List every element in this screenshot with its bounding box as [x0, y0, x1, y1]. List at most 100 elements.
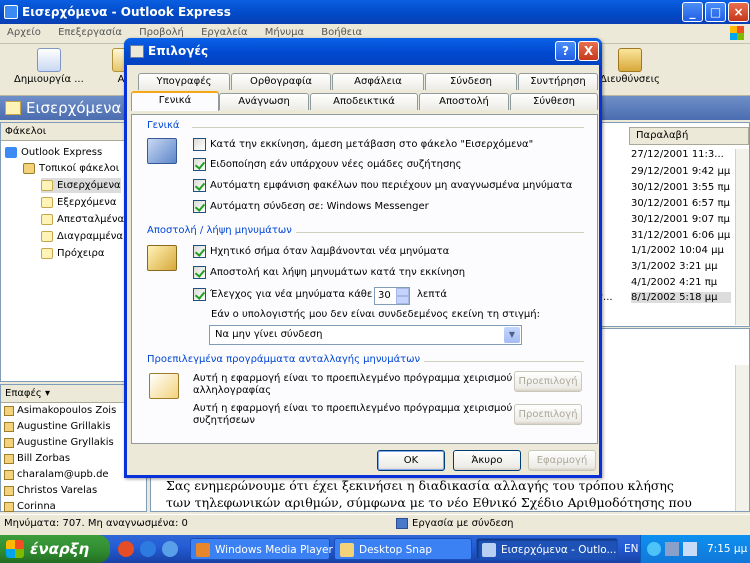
menu-edit[interactable]: Επεξεργασία — [51, 24, 129, 41]
checkbox[interactable] — [193, 245, 206, 258]
folder-outbox[interactable]: Εξερχόμενα — [41, 195, 117, 210]
tab-general[interactable]: Γενικά — [131, 91, 219, 111]
message-date[interactable]: 27/12/2001 11:3... — [631, 149, 724, 160]
checkbox[interactable] — [193, 200, 206, 213]
help-button[interactable]: ? — [555, 41, 576, 61]
checkbox-notify-newsgroups[interactable]: Ειδοποίηση εάν υπάρχουν νέες ομάδες συζή… — [193, 158, 462, 172]
create-mail-button[interactable]: Δημιουργία ... — [14, 48, 84, 85]
outbox-icon — [41, 197, 53, 208]
apply-button[interactable]: Εφαρμογή — [528, 450, 596, 471]
chevron-down-icon[interactable]: ▼ — [504, 327, 520, 343]
contact-card-icon — [4, 486, 14, 496]
tray-volume-icon[interactable] — [665, 542, 679, 556]
checkbox-sound-new-mail[interactable]: Ηχητικό σήμα όταν λαμβάνονται νέα μηνύμα… — [193, 245, 449, 259]
send-receive-icon — [147, 245, 177, 271]
tab-compose[interactable]: Σύνθεση — [510, 93, 598, 110]
message-count: Μηνύματα: 707. Μη αναγνωσμένα: 0 — [4, 518, 188, 529]
preview-body: Σας ενημερώνουμε ότι έχει ξεκινήσει η δι… — [166, 478, 692, 510]
divider — [282, 232, 584, 233]
received-column-header[interactable]: Παραλαβή — [629, 127, 749, 145]
checkbox-check-new-mail[interactable]: Έλεγχος για νέα μηνύματα κάθε — [193, 288, 372, 302]
tab-maintenance[interactable]: Συντήρηση — [518, 73, 598, 90]
maximize-button[interactable]: □ — [705, 2, 726, 22]
tab-read[interactable]: Ανάγνωση — [219, 93, 309, 110]
tab-spelling[interactable]: Ορθογραφία — [231, 73, 331, 90]
tab-security[interactable]: Ασφάλεια — [332, 73, 424, 90]
media-quicklaunch-icon[interactable] — [118, 541, 134, 557]
tab-send[interactable]: Αποστολή — [419, 93, 509, 110]
checkbox-auto-messenger[interactable]: Αυτόματη σύνδεση σε: Windows Messenger — [193, 200, 429, 214]
contact-card-icon — [4, 438, 14, 448]
folder-deleted[interactable]: Διαγραμμένα — [41, 229, 123, 244]
window-title: Εισερχόμενα - Outlook Express — [22, 5, 231, 19]
tab-receipts[interactable]: Αποδεικτικά — [310, 93, 418, 110]
checkbox[interactable] — [193, 266, 206, 279]
status-bar: Μηνύματα: 707. Μη αναγνωσμένα: 0 Εργασία… — [0, 514, 750, 534]
system-tray: 7:15 μμ — [640, 535, 750, 563]
menu-file[interactable]: Αρχείο — [0, 24, 48, 41]
preview-scrollbar[interactable] — [735, 365, 749, 511]
spin-up-button[interactable] — [396, 288, 409, 296]
default-mail-icon — [149, 373, 179, 399]
tab-signatures[interactable]: Υπογραφές — [138, 73, 230, 90]
inbox-icon — [5, 101, 21, 115]
folder-drafts[interactable]: Πρόχειρα — [41, 246, 105, 261]
internet-explorer-icon[interactable] — [140, 541, 156, 557]
checkbox-goto-inbox[interactable]: Κατά την εκκίνηση, άμεση μετάβαση στο φά… — [193, 138, 533, 152]
checkbox[interactable] — [193, 138, 206, 151]
folder-local-folders[interactable]: Τοπικοί φάκελοι — [23, 161, 119, 176]
cancel-button[interactable]: Άκυρο — [453, 450, 521, 471]
contact-item[interactable]: Corinna — [1, 499, 146, 515]
make-default-news-button[interactable]: Προεπιλογή — [514, 404, 582, 425]
checkbox-show-unread-folders[interactable]: Αυτόματη εμφάνιση φακέλων που περιέχουν … — [193, 179, 572, 193]
folder-inbox[interactable]: Εισερχόμενα — [41, 178, 121, 193]
drafts-icon — [41, 248, 53, 259]
ok-button[interactable]: OK — [377, 450, 445, 471]
options-dialog: Επιλογές ? X Υπογραφές Ορθογραφία Ασφάλε… — [124, 38, 602, 478]
dialog-title-bar[interactable]: Επιλογές ? X — [124, 38, 602, 65]
checkbox[interactable] — [193, 158, 206, 171]
spin-down-button[interactable] — [396, 296, 409, 304]
tray-app-icon[interactable] — [683, 542, 697, 556]
checkbox[interactable] — [193, 179, 206, 192]
folder-bar-title: Εισερχόμενα — [26, 99, 122, 117]
message-date[interactable]: 30/12/2001 3:55 πμ — [631, 182, 730, 193]
start-button[interactable]: έναρξη — [0, 535, 110, 563]
task-desktop-snap[interactable]: Desktop Snap — [334, 538, 472, 560]
sent-items-icon — [41, 214, 53, 225]
tray-network-icon[interactable] — [647, 542, 661, 556]
check-interval-spinner[interactable]: 30 — [374, 287, 410, 305]
create-mail-icon — [36, 48, 61, 72]
folder-outlook-express[interactable]: Outlook Express — [5, 145, 102, 160]
tab-connection[interactable]: Σύνδεση — [425, 73, 517, 90]
language-indicator[interactable]: EN — [624, 535, 639, 563]
checkbox-send-receive-startup[interactable]: Αποστολή και λήψη μηνυμάτων κατά την εκκ… — [193, 266, 465, 280]
make-default-mail-button[interactable]: Προεπιλογή — [514, 371, 582, 392]
close-dialog-button[interactable]: X — [578, 41, 599, 61]
checkbox[interactable] — [193, 288, 206, 301]
message-date[interactable]: 1/1/2002 10:04 μμ — [631, 245, 724, 256]
minimize-button[interactable]: _ — [682, 2, 703, 22]
task-outlook-inbox[interactable]: Εισερχόμενα - Outlo... — [476, 538, 618, 560]
offline-dropdown[interactable]: Να μην γίνει σύνδεση ▼ — [209, 325, 522, 345]
task-windows-media-player[interactable]: Windows Media Player — [190, 538, 333, 560]
message-list-scrollbar[interactable] — [735, 149, 749, 325]
window-title-bar[interactable]: Εισερχόμενα - Outlook Express _ □ × — [0, 0, 750, 24]
message-date[interactable]: 29/12/2001 9:42 μμ — [631, 166, 730, 177]
contact-item[interactable]: Christos Varelas — [1, 483, 146, 499]
folder-icon — [23, 163, 35, 174]
outlook-express-icon — [4, 5, 18, 19]
folder-sent[interactable]: Απεσταλμένα — [41, 212, 124, 227]
message-date[interactable]: 30/12/2001 9:07 πμ — [631, 214, 730, 225]
message-date[interactable]: 31/12/2001 6:06 μμ — [631, 230, 730, 241]
outlook-quicklaunch-icon[interactable] — [162, 541, 178, 557]
network-icon — [396, 518, 408, 529]
outlook-express-icon — [482, 543, 496, 557]
message-date[interactable]: 4/1/2002 4:21 πμ — [631, 277, 717, 288]
message-date[interactable]: 3/1/2002 3:21 μμ — [631, 261, 717, 272]
addresses-button[interactable]: Διευθύνσεις — [600, 48, 660, 85]
message-date-selected[interactable]: 8/1/2002 5:18 μμ — [631, 292, 731, 303]
message-date[interactable]: 30/12/2001 6:57 πμ — [631, 198, 730, 209]
close-window-button[interactable]: × — [728, 2, 749, 22]
clock[interactable]: 7:15 μμ — [707, 535, 747, 563]
